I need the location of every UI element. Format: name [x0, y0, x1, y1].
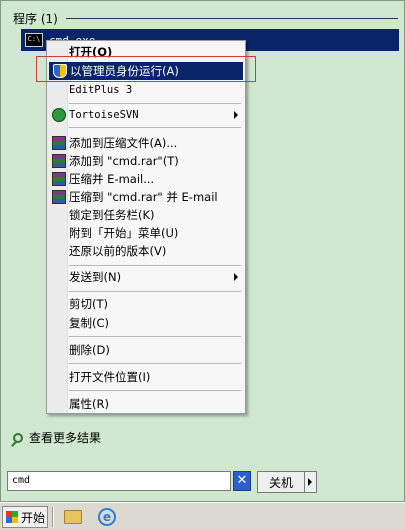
menu-item-label: TortoiseSVN — [69, 109, 139, 121]
start-label: 开始 — [21, 510, 46, 525]
menu-item-label: 属性(R) — [69, 397, 109, 411]
menu-item-tortoisesvn[interactable]: TortoiseSVN — [48, 106, 244, 124]
folder-icon[interactable] — [64, 510, 82, 524]
menu-item-open-file-location[interactable]: 打开文件位置(I) — [48, 368, 244, 386]
menu-item-label: EditPlus 3 — [69, 84, 133, 96]
menu-separator — [69, 390, 241, 391]
menu-item-label: 还原以前的版本(V) — [69, 244, 167, 258]
uac-shield-icon — [53, 64, 67, 78]
taskbar-divider — [52, 507, 54, 527]
winrar-icon — [52, 136, 66, 150]
menu-item-add-to-cmd-rar[interactable]: 添加到 "cmd.rar"(T) — [48, 152, 244, 170]
menu-item-label: 锁定到任务栏(K) — [69, 208, 155, 222]
menu-item-add-to-archive[interactable]: 添加到压缩文件(A)... — [48, 134, 244, 152]
menu-item-copy[interactable]: 复制(C) — [48, 314, 244, 332]
menu-item-compress-email[interactable]: 压缩并 E-mail... — [48, 170, 244, 188]
menu-item-pin-taskbar[interactable]: 锁定到任务栏(K) — [48, 206, 244, 224]
menu-item-cut[interactable]: 剪切(T) — [48, 295, 244, 313]
menu-item-label: 剪切(T) — [69, 297, 108, 311]
context-menu: 打开(O) 以管理员身份运行(A) EditPlus 3 TortoiseSVN… — [46, 40, 246, 414]
submenu-arrow-icon — [234, 273, 238, 281]
see-more-label: 查看更多结果 — [29, 431, 102, 445]
programs-section-header: 程序 (1) — [13, 9, 398, 27]
search-icon — [13, 432, 23, 443]
winrar-icon — [52, 190, 66, 204]
see-more-results-link[interactable]: 查看更多结果 — [13, 429, 101, 446]
menu-item-editplus[interactable]: EditPlus 3 — [48, 81, 244, 99]
menu-item-send-to[interactable]: 发送到(N) — [48, 268, 244, 286]
menu-separator — [69, 336, 241, 337]
menu-item-label: 附到「开始」菜单(U) — [69, 226, 179, 240]
menu-separator — [69, 103, 241, 104]
menu-item-label: 压缩并 E-mail... — [69, 172, 155, 186]
menu-item-label: 压缩到 "cmd.rar" 并 E-mail — [69, 190, 218, 204]
menu-item-label: 删除(D) — [69, 343, 110, 357]
programs-section-label: 程序 (1) — [13, 11, 58, 26]
section-divider — [65, 17, 398, 19]
menu-item-pin-start-menu[interactable]: 附到「开始」菜单(U) — [48, 224, 244, 242]
shutdown-options-arrow[interactable] — [305, 471, 317, 493]
menu-item-label: 添加到 "cmd.rar"(T) — [69, 154, 179, 168]
windows-logo-icon — [6, 511, 18, 523]
menu-separator — [69, 127, 241, 128]
taskbar: 开始 e — [0, 502, 405, 530]
start-search-input[interactable]: cmd — [7, 471, 231, 491]
menu-item-label: 发送到(N) — [69, 270, 122, 284]
menu-item-restore-previous[interactable]: 还原以前的版本(V) — [48, 242, 244, 260]
tortoisesvn-icon — [52, 108, 66, 122]
submenu-arrow-icon — [234, 111, 238, 119]
winrar-icon — [52, 172, 66, 186]
cmd-icon: C:\ — [25, 33, 43, 47]
shutdown-button[interactable]: 关机 — [257, 471, 305, 493]
internet-explorer-icon[interactable]: e — [98, 508, 116, 526]
menu-item-label: 打开文件位置(I) — [69, 370, 151, 384]
menu-item-run-as-admin[interactable]: 以管理员身份运行(A) — [49, 62, 243, 80]
menu-item-label: 以管理员身份运行(A) — [70, 64, 179, 78]
menu-item-open[interactable]: 打开(O) — [48, 43, 244, 61]
menu-separator — [69, 291, 241, 292]
menu-item-properties[interactable]: 属性(R) — [48, 395, 244, 413]
clear-search-button[interactable]: ✕ — [233, 471, 251, 491]
winrar-icon — [52, 154, 66, 168]
menu-item-label: 添加到压缩文件(A)... — [69, 136, 178, 150]
menu-separator — [69, 265, 241, 266]
menu-item-label: 复制(C) — [69, 316, 110, 330]
shutdown-label: 关机 — [268, 475, 293, 490]
menu-item-delete[interactable]: 删除(D) — [48, 341, 244, 359]
menu-separator — [69, 363, 241, 364]
start-button[interactable]: 开始 — [2, 506, 48, 528]
menu-item-compress-cmd-rar-email[interactable]: 压缩到 "cmd.rar" 并 E-mail — [48, 188, 244, 206]
menu-item-label: 打开(O) — [69, 45, 113, 59]
